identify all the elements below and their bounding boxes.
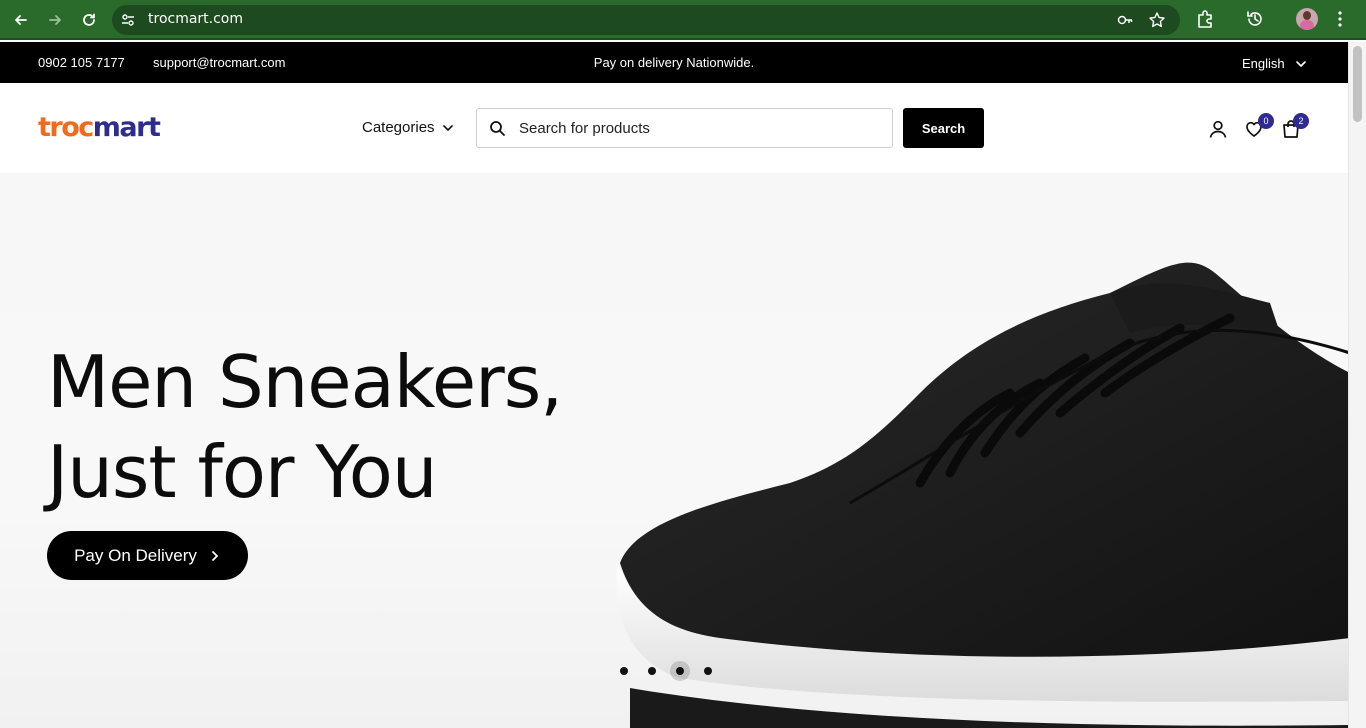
chevron-right-icon [212,550,219,561]
forward-icon [49,15,61,25]
language-selector[interactable]: English [1242,56,1307,71]
promo-text: Pay on delivery Nationwide. [593,55,755,70]
reload-button[interactable] [77,8,101,32]
chevron-down-icon [1295,60,1306,67]
cart-count-badge: 2 [1293,113,1309,129]
hero-title-line2: Just for You [47,430,437,514]
extensions-icon[interactable] [1195,9,1215,29]
profile-avatar[interactable] [1296,8,1318,30]
address-bar[interactable]: trocmart.com [112,5,1180,35]
back-icon [15,15,27,25]
carousel-dot-2[interactable] [648,667,656,675]
bookmark-star-icon[interactable] [1148,11,1166,29]
carousel-dot-1[interactable] [620,667,628,675]
hero-title-line1: Men Sneakers, [47,340,563,424]
logo-text-troc: troc [38,112,94,143]
carousel-dot-4[interactable] [704,667,712,675]
top-info-bar: 0902 105 7177 support@trocmart.com Pay o… [0,42,1348,83]
site-header: trocmart Categories Search 0 2 [0,83,1348,173]
reload-icon [83,13,95,26]
page-scrollbar[interactable] [1348,42,1366,728]
pay-on-delivery-button[interactable]: Pay On Delivery [47,531,248,580]
sneaker-product-image [616,262,1348,728]
wishlist-count-badge: 0 [1258,113,1274,129]
browser-toolbar: trocmart.com [0,0,1366,40]
search-icon [490,121,505,136]
forward-button[interactable] [43,8,67,32]
language-label: English [1242,56,1285,71]
trocmart-logo[interactable]: trocmart [38,112,161,143]
scrollbar-thumb[interactable] [1353,46,1362,122]
search-button[interactable]: Search [903,108,984,148]
logo-text-mart: mart [92,112,161,143]
url-text: trocmart.com [148,11,244,27]
hero-headline: Men Sneakers, Just for You [47,337,563,517]
history-icon[interactable] [1245,9,1265,29]
avatar-head [1303,11,1311,20]
more-menu-icon[interactable] [1330,9,1350,29]
account-icon[interactable] [1208,119,1228,139]
chevron-down-icon [442,124,453,131]
search-input[interactable] [519,117,879,139]
categories-dropdown[interactable]: Categories [362,119,455,136]
password-key-icon[interactable] [1116,11,1134,29]
carousel-dot-3[interactable] [670,661,690,681]
cta-label: Pay On Delivery [74,545,197,565]
carousel-pagination [620,661,712,681]
back-button[interactable] [9,8,33,32]
avatar-body [1300,20,1314,30]
site-settings-icon[interactable] [120,12,136,28]
search-field[interactable] [476,108,893,148]
hero-banner: Men Sneakers, Just for You Pay On Delive… [0,173,1348,728]
categories-label: Categories [362,119,435,136]
